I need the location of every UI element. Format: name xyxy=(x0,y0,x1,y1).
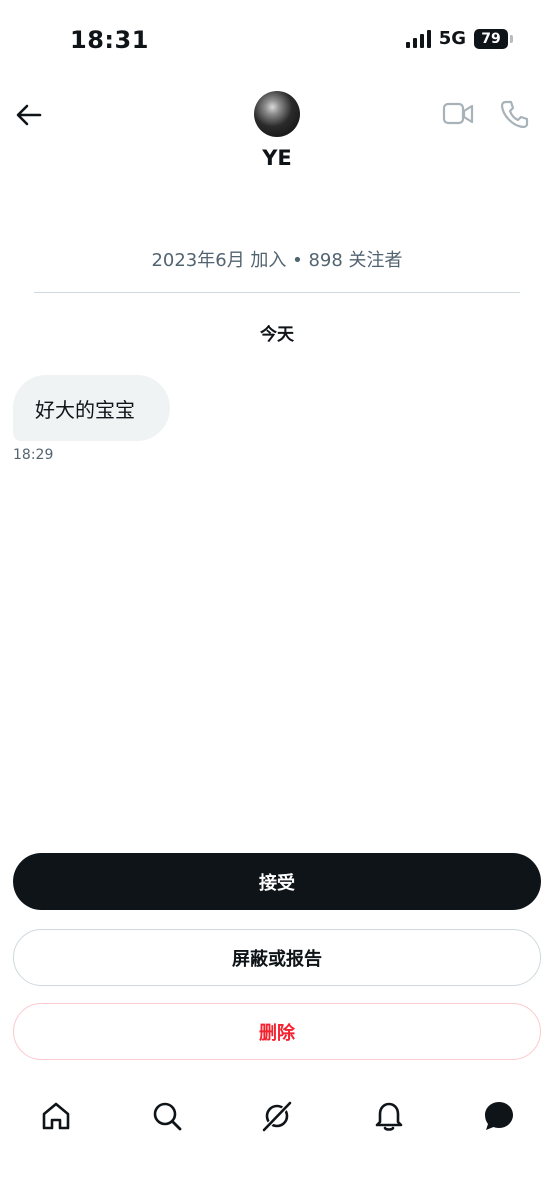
block-or-report-button[interactable]: 屏蔽或报告 xyxy=(13,929,541,986)
notifications-bell-icon[interactable] xyxy=(372,1099,406,1133)
home-icon[interactable] xyxy=(39,1099,73,1133)
messages-icon[interactable] xyxy=(482,1099,516,1133)
status-indicators: 5G 79 xyxy=(405,28,513,49)
back-arrow-icon[interactable] xyxy=(14,100,44,130)
battery-tip xyxy=(510,34,513,43)
message-text: 好大的宝宝 xyxy=(35,397,135,422)
divider xyxy=(34,292,520,293)
message-bubble[interactable]: 好大的宝宝 xyxy=(13,375,170,441)
accept-button-label: 接受 xyxy=(259,872,295,894)
network-type: 5G xyxy=(438,28,466,49)
search-icon[interactable] xyxy=(150,1099,184,1133)
accept-button[interactable]: 接受 xyxy=(13,853,541,910)
cellular-signal-icon xyxy=(405,29,431,48)
profile-meta: 2023年6月 加入 • 898 关注者 xyxy=(151,250,403,271)
status-time: 18:31 xyxy=(70,26,149,54)
phone-call-icon[interactable] xyxy=(500,99,530,129)
delete-button[interactable]: 删除 xyxy=(13,1003,541,1060)
contact-name[interactable]: YE xyxy=(0,146,554,170)
delete-button-label: 删除 xyxy=(259,1022,295,1044)
block-or-report-label: 屏蔽或报告 xyxy=(232,948,322,970)
battery-level: 79 xyxy=(481,30,501,47)
dm-request-screen: 18:31 5G 79 YE 2023年6月 加入 • 898 关注者 今天 好… xyxy=(0,0,554,1200)
battery-icon: 79 xyxy=(474,28,513,49)
grok-icon[interactable] xyxy=(260,1099,294,1133)
message-time: 18:29 xyxy=(13,447,54,463)
day-label: 今天 xyxy=(260,325,294,345)
contact-avatar[interactable] xyxy=(254,91,300,137)
video-call-icon[interactable] xyxy=(442,101,474,127)
